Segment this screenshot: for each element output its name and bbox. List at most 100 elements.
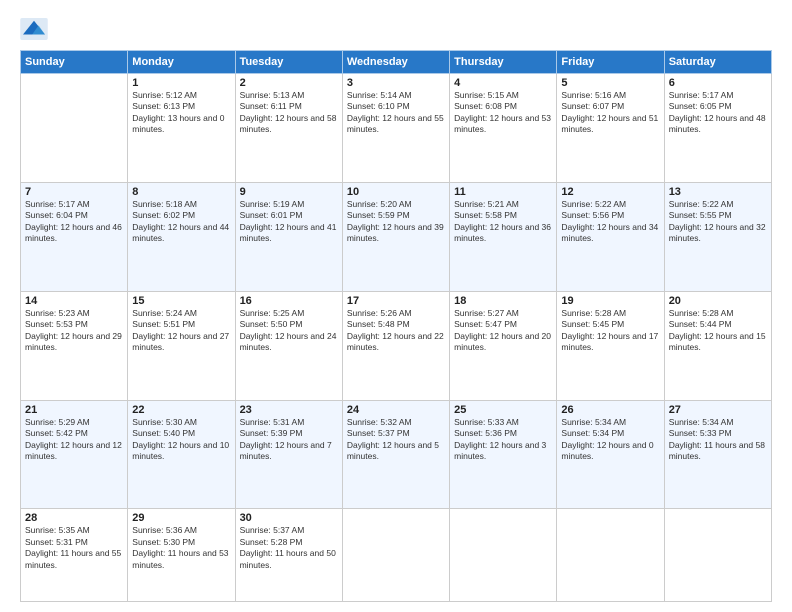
cell-info: Sunrise: 5:30 AMSunset: 5:40 PMDaylight:… [132,417,230,463]
day-number: 18 [454,295,552,307]
day-number: 10 [347,186,445,198]
calendar-cell: 16Sunrise: 5:25 AMSunset: 5:50 PMDayligh… [235,291,342,400]
day-number: 6 [669,77,767,89]
weekday-header-friday: Friday [557,51,664,74]
calendar-cell [342,509,449,602]
calendar-cell: 9Sunrise: 5:19 AMSunset: 6:01 PMDaylight… [235,182,342,291]
calendar-cell: 30Sunrise: 5:37 AMSunset: 5:28 PMDayligh… [235,509,342,602]
calendar-cell: 2Sunrise: 5:13 AMSunset: 6:11 PMDaylight… [235,74,342,183]
calendar-cell: 1Sunrise: 5:12 AMSunset: 6:13 PMDaylight… [128,74,235,183]
day-number: 28 [25,512,123,524]
calendar-cell: 4Sunrise: 5:15 AMSunset: 6:08 PMDaylight… [450,74,557,183]
cell-info: Sunrise: 5:13 AMSunset: 6:11 PMDaylight:… [240,90,338,136]
cell-info: Sunrise: 5:33 AMSunset: 5:36 PMDaylight:… [454,417,552,463]
calendar-cell: 11Sunrise: 5:21 AMSunset: 5:58 PMDayligh… [450,182,557,291]
cell-info: Sunrise: 5:14 AMSunset: 6:10 PMDaylight:… [347,90,445,136]
logo-icon [20,18,48,40]
weekday-header-tuesday: Tuesday [235,51,342,74]
cell-info: Sunrise: 5:21 AMSunset: 5:58 PMDaylight:… [454,199,552,245]
cell-info: Sunrise: 5:20 AMSunset: 5:59 PMDaylight:… [347,199,445,245]
weekday-header-monday: Monday [128,51,235,74]
day-number: 25 [454,404,552,416]
calendar-cell: 14Sunrise: 5:23 AMSunset: 5:53 PMDayligh… [21,291,128,400]
day-number: 26 [561,404,659,416]
cell-info: Sunrise: 5:24 AMSunset: 5:51 PMDaylight:… [132,308,230,354]
calendar-cell: 7Sunrise: 5:17 AMSunset: 6:04 PMDaylight… [21,182,128,291]
cell-info: Sunrise: 5:19 AMSunset: 6:01 PMDaylight:… [240,199,338,245]
day-number: 4 [454,77,552,89]
day-number: 27 [669,404,767,416]
calendar-cell: 18Sunrise: 5:27 AMSunset: 5:47 PMDayligh… [450,291,557,400]
cell-info: Sunrise: 5:28 AMSunset: 5:45 PMDaylight:… [561,308,659,354]
day-number: 8 [132,186,230,198]
calendar-cell [21,74,128,183]
calendar-cell: 20Sunrise: 5:28 AMSunset: 5:44 PMDayligh… [664,291,771,400]
calendar-cell: 21Sunrise: 5:29 AMSunset: 5:42 PMDayligh… [21,400,128,509]
calendar-cell: 5Sunrise: 5:16 AMSunset: 6:07 PMDaylight… [557,74,664,183]
day-number: 9 [240,186,338,198]
day-number: 29 [132,512,230,524]
weekday-header-wednesday: Wednesday [342,51,449,74]
header [20,18,772,40]
day-number: 21 [25,404,123,416]
cell-info: Sunrise: 5:12 AMSunset: 6:13 PMDaylight:… [132,90,230,136]
calendar-cell: 27Sunrise: 5:34 AMSunset: 5:33 PMDayligh… [664,400,771,509]
day-number: 12 [561,186,659,198]
cell-info: Sunrise: 5:23 AMSunset: 5:53 PMDaylight:… [25,308,123,354]
cell-info: Sunrise: 5:16 AMSunset: 6:07 PMDaylight:… [561,90,659,136]
day-number: 19 [561,295,659,307]
logo [20,18,52,40]
calendar-cell [450,509,557,602]
day-number: 3 [347,77,445,89]
day-number: 2 [240,77,338,89]
calendar-cell: 10Sunrise: 5:20 AMSunset: 5:59 PMDayligh… [342,182,449,291]
cell-info: Sunrise: 5:22 AMSunset: 5:55 PMDaylight:… [669,199,767,245]
day-number: 14 [25,295,123,307]
cell-info: Sunrise: 5:32 AMSunset: 5:37 PMDaylight:… [347,417,445,463]
cell-info: Sunrise: 5:27 AMSunset: 5:47 PMDaylight:… [454,308,552,354]
cell-info: Sunrise: 5:29 AMSunset: 5:42 PMDaylight:… [25,417,123,463]
day-number: 24 [347,404,445,416]
cell-info: Sunrise: 5:17 AMSunset: 6:05 PMDaylight:… [669,90,767,136]
weekday-header-row: SundayMondayTuesdayWednesdayThursdayFrid… [21,51,772,74]
cell-info: Sunrise: 5:34 AMSunset: 5:34 PMDaylight:… [561,417,659,463]
weekday-header-saturday: Saturday [664,51,771,74]
day-number: 23 [240,404,338,416]
calendar-cell [664,509,771,602]
cell-info: Sunrise: 5:37 AMSunset: 5:28 PMDaylight:… [240,525,338,571]
weekday-header-sunday: Sunday [21,51,128,74]
day-number: 20 [669,295,767,307]
calendar-cell: 8Sunrise: 5:18 AMSunset: 6:02 PMDaylight… [128,182,235,291]
page: SundayMondayTuesdayWednesdayThursdayFrid… [0,0,792,612]
day-number: 17 [347,295,445,307]
cell-info: Sunrise: 5:18 AMSunset: 6:02 PMDaylight:… [132,199,230,245]
calendar-week-row: 21Sunrise: 5:29 AMSunset: 5:42 PMDayligh… [21,400,772,509]
cell-info: Sunrise: 5:15 AMSunset: 6:08 PMDaylight:… [454,90,552,136]
day-number: 11 [454,186,552,198]
cell-info: Sunrise: 5:25 AMSunset: 5:50 PMDaylight:… [240,308,338,354]
day-number: 16 [240,295,338,307]
cell-info: Sunrise: 5:36 AMSunset: 5:30 PMDaylight:… [132,525,230,571]
day-number: 7 [25,186,123,198]
calendar-cell: 3Sunrise: 5:14 AMSunset: 6:10 PMDaylight… [342,74,449,183]
calendar-week-row: 1Sunrise: 5:12 AMSunset: 6:13 PMDaylight… [21,74,772,183]
day-number: 22 [132,404,230,416]
calendar-week-row: 7Sunrise: 5:17 AMSunset: 6:04 PMDaylight… [21,182,772,291]
cell-info: Sunrise: 5:34 AMSunset: 5:33 PMDaylight:… [669,417,767,463]
day-number: 13 [669,186,767,198]
calendar-cell: 13Sunrise: 5:22 AMSunset: 5:55 PMDayligh… [664,182,771,291]
cell-info: Sunrise: 5:35 AMSunset: 5:31 PMDaylight:… [25,525,123,571]
weekday-header-thursday: Thursday [450,51,557,74]
day-number: 30 [240,512,338,524]
calendar-cell: 28Sunrise: 5:35 AMSunset: 5:31 PMDayligh… [21,509,128,602]
day-number: 15 [132,295,230,307]
calendar-table: SundayMondayTuesdayWednesdayThursdayFrid… [20,50,772,602]
calendar-cell: 19Sunrise: 5:28 AMSunset: 5:45 PMDayligh… [557,291,664,400]
cell-info: Sunrise: 5:31 AMSunset: 5:39 PMDaylight:… [240,417,338,463]
cell-info: Sunrise: 5:26 AMSunset: 5:48 PMDaylight:… [347,308,445,354]
day-number: 1 [132,77,230,89]
day-number: 5 [561,77,659,89]
calendar-cell: 23Sunrise: 5:31 AMSunset: 5:39 PMDayligh… [235,400,342,509]
calendar-cell [557,509,664,602]
calendar-cell: 29Sunrise: 5:36 AMSunset: 5:30 PMDayligh… [128,509,235,602]
